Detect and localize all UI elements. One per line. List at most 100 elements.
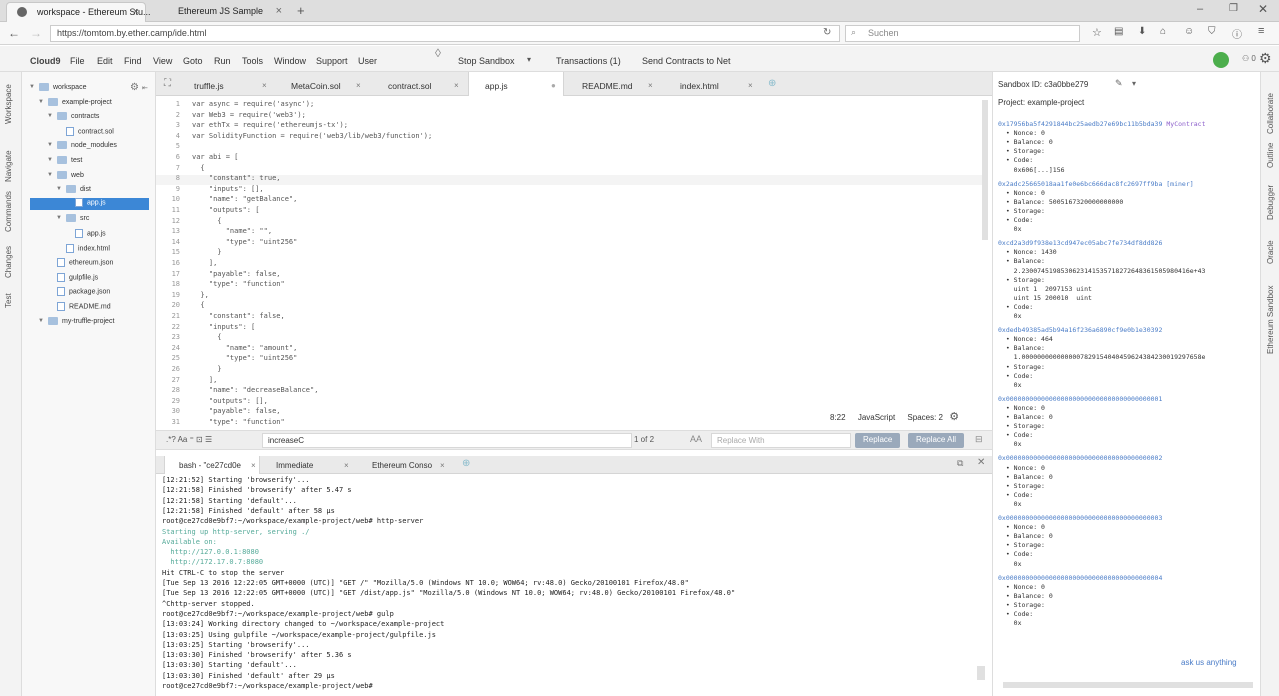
forward-icon[interactable]: → bbox=[30, 26, 42, 40]
tree-file[interactable]: README.md bbox=[57, 302, 111, 311]
close-icon[interactable]: × bbox=[276, 5, 282, 17]
close-icon[interactable]: × bbox=[262, 81, 267, 90]
editor-scrollbar[interactable] bbox=[982, 100, 988, 240]
add-tab-icon[interactable]: ⊕ bbox=[462, 458, 470, 469]
chevron-down-icon[interactable]: ▼ bbox=[47, 142, 53, 148]
find-options-icons[interactable]: .*? Aa ⁼ ⊡ ☰ bbox=[166, 435, 212, 444]
sandbox-scrollbar[interactable] bbox=[1003, 682, 1253, 688]
tree-file[interactable]: index.html bbox=[66, 243, 110, 253]
ask-us-anything-link[interactable]: ask us anything bbox=[1181, 658, 1237, 667]
search-input[interactable]: Suchen bbox=[845, 25, 1080, 42]
tree-folder[interactable]: ▼ web bbox=[47, 170, 84, 179]
tree-file[interactable]: app.js bbox=[75, 229, 106, 238]
replace-input[interactable]: Replace With bbox=[711, 433, 851, 448]
account-address[interactable]: 0xdedb49385ad5b94a16f236a6890cf9e0b1e303… bbox=[998, 326, 1162, 334]
collapse-icon[interactable]: ⇤ bbox=[142, 84, 148, 92]
tree-folder[interactable]: ▼ contracts bbox=[47, 112, 99, 121]
stop-sandbox-button[interactable]: Stop Sandbox bbox=[458, 56, 515, 66]
tree-folder[interactable]: ▼ test bbox=[47, 156, 82, 164]
window-close-icon[interactable]: ✕ bbox=[1258, 2, 1268, 16]
close-icon[interactable]: × bbox=[454, 81, 459, 90]
transactions-button[interactable]: Transactions (1) bbox=[556, 56, 621, 66]
account-address[interactable]: 0xcd2a3d9f938e13cd947ec05abc7fe734df8dd8… bbox=[998, 239, 1162, 247]
close-icon[interactable]: × bbox=[648, 81, 653, 90]
panel-menu-icon[interactable]: ⛶ bbox=[164, 78, 171, 89]
tree-folder[interactable]: ▼ example-project bbox=[38, 97, 112, 106]
chevron-down-icon[interactable]: ▾ bbox=[1132, 79, 1136, 88]
rail-oracle[interactable]: Oracle bbox=[1266, 240, 1275, 264]
rail-debugger[interactable]: Debugger bbox=[1266, 185, 1275, 220]
chevron-down-icon[interactable]: ▼ bbox=[56, 186, 62, 192]
chevron-down-icon[interactable]: ▾ bbox=[527, 55, 531, 64]
contract-name-link[interactable]: MyContract bbox=[1166, 120, 1205, 128]
close-icon[interactable]: × bbox=[344, 461, 349, 470]
account-address[interactable]: 0x2adc25665018aa1fe0e6bc666dac8fc2697ff9… bbox=[998, 180, 1194, 188]
account-address[interactable]: 0x00000000000000000000000000000000000000… bbox=[998, 514, 1162, 522]
menu-user[interactable]: User bbox=[358, 56, 377, 66]
preserve-case-icon[interactable]: AA bbox=[690, 434, 702, 444]
avatar[interactable] bbox=[1213, 52, 1229, 68]
menu-find[interactable]: Find bbox=[124, 56, 142, 66]
tab-metacoin-sol[interactable]: MetaCoin.sol × bbox=[276, 72, 366, 96]
tree-folder[interactable]: ▼ my-truffle-project bbox=[38, 316, 114, 325]
chevron-down-icon[interactable]: ▼ bbox=[47, 157, 53, 163]
gear-icon[interactable]: ⚙ bbox=[1259, 50, 1272, 67]
account-address[interactable]: 0x00000000000000000000000000000000000000… bbox=[998, 574, 1162, 582]
language-mode[interactable]: JavaScript bbox=[858, 413, 895, 422]
tab-immediate[interactable]: Immediate × bbox=[264, 456, 354, 474]
account-address[interactable]: 0x00000000000000000000000000000000000000… bbox=[998, 454, 1162, 462]
url-field[interactable]: https://tomtom.by.ether.camp/ide.html bbox=[50, 25, 840, 42]
menu-edit[interactable]: Edit bbox=[97, 56, 113, 66]
tree-folder[interactable]: ▼ node_modules bbox=[47, 141, 117, 150]
tree-folder[interactable]: ▼ workspace bbox=[29, 83, 86, 91]
replace-all-button[interactable]: Replace All bbox=[908, 433, 965, 448]
chevron-down-icon[interactable]: ▼ bbox=[29, 84, 35, 90]
new-tab-icon[interactable]: + bbox=[297, 3, 305, 18]
home-icon[interactable]: ⌂ bbox=[1160, 26, 1166, 37]
reload-icon[interactable]: ↻ bbox=[823, 27, 831, 38]
browser-tab-sample[interactable]: Ethereum JS Sample × bbox=[148, 2, 288, 22]
tree-file[interactable]: package.json bbox=[57, 287, 110, 297]
rail-collaborate[interactable]: Collaborate bbox=[1266, 93, 1275, 134]
gear-icon[interactable]: ⚙ bbox=[949, 411, 959, 423]
close-icon[interactable]: × bbox=[356, 81, 361, 90]
indent-setting[interactable]: Spaces: 2 bbox=[907, 413, 943, 422]
tab-contract-sol[interactable]: contract.sol × bbox=[368, 72, 466, 96]
chevron-down-icon[interactable]: ▼ bbox=[47, 113, 53, 119]
reading-list-icon[interactable]: ▤ bbox=[1114, 26, 1123, 37]
tab-app-js[interactable]: app.js ● bbox=[468, 72, 564, 96]
close-icon[interactable]: × bbox=[748, 81, 753, 90]
tree-file[interactable]: gulpfile.js bbox=[57, 272, 98, 282]
unsaved-dot-icon[interactable]: ● bbox=[551, 81, 556, 90]
close-find-icon[interactable]: ⊟ bbox=[975, 434, 983, 445]
tab-index-html[interactable]: index.html × bbox=[664, 72, 760, 96]
chevron-down-icon[interactable]: ▼ bbox=[38, 99, 44, 105]
minimize-icon[interactable]: – bbox=[1197, 3, 1203, 15]
rail-workspace[interactable]: Workspace bbox=[4, 84, 13, 124]
code-editor[interactable]: 1 var async = require('async'); 2 var Web3 … bbox=[156, 96, 992, 430]
hamburger-menu-icon[interactable]: ≡ bbox=[1258, 25, 1264, 37]
gear-icon[interactable]: ⚙ bbox=[130, 82, 139, 93]
chevron-down-icon[interactable]: ▼ bbox=[47, 172, 53, 178]
menu-run[interactable]: Run bbox=[214, 56, 231, 66]
menu-file[interactable]: File bbox=[70, 56, 85, 66]
rail-outline[interactable]: Outline bbox=[1266, 143, 1275, 168]
find-input[interactable]: increaseC bbox=[262, 433, 632, 448]
menu-window[interactable]: Window bbox=[274, 56, 306, 66]
rail-ethereum-sandbox[interactable]: Ethereum Sandbox bbox=[1266, 286, 1275, 355]
rail-changes[interactable]: Changes bbox=[4, 246, 13, 278]
tree-folder[interactable]: ▼ dist bbox=[56, 185, 91, 194]
tab-readme-md[interactable]: README.md × bbox=[566, 72, 662, 96]
cloud9-logo[interactable]: Cloud9 bbox=[30, 56, 61, 66]
account-address[interactable]: 0x17956ba5f4291844bc25aedb27e69bc11b5bda… bbox=[998, 120, 1206, 128]
add-tab-icon[interactable]: ⊕ bbox=[768, 78, 776, 89]
tree-file[interactable]: app.js bbox=[30, 197, 149, 210]
close-panel-icon[interactable]: ✕ bbox=[977, 457, 985, 468]
maximize-icon[interactable]: ❐ bbox=[1229, 3, 1238, 14]
terminal[interactable]: [12:21:52] Starting 'browserify'... [12:2… bbox=[156, 474, 982, 690]
tab-ethereum-console[interactable]: Ethereum Conso × bbox=[358, 456, 452, 474]
rail-navigate[interactable]: Navigate bbox=[4, 150, 13, 182]
chevron-down-icon[interactable]: ▼ bbox=[38, 318, 44, 324]
bookmark-star-icon[interactable]: ☆ bbox=[1092, 26, 1102, 39]
close-icon[interactable]: × bbox=[251, 461, 256, 470]
